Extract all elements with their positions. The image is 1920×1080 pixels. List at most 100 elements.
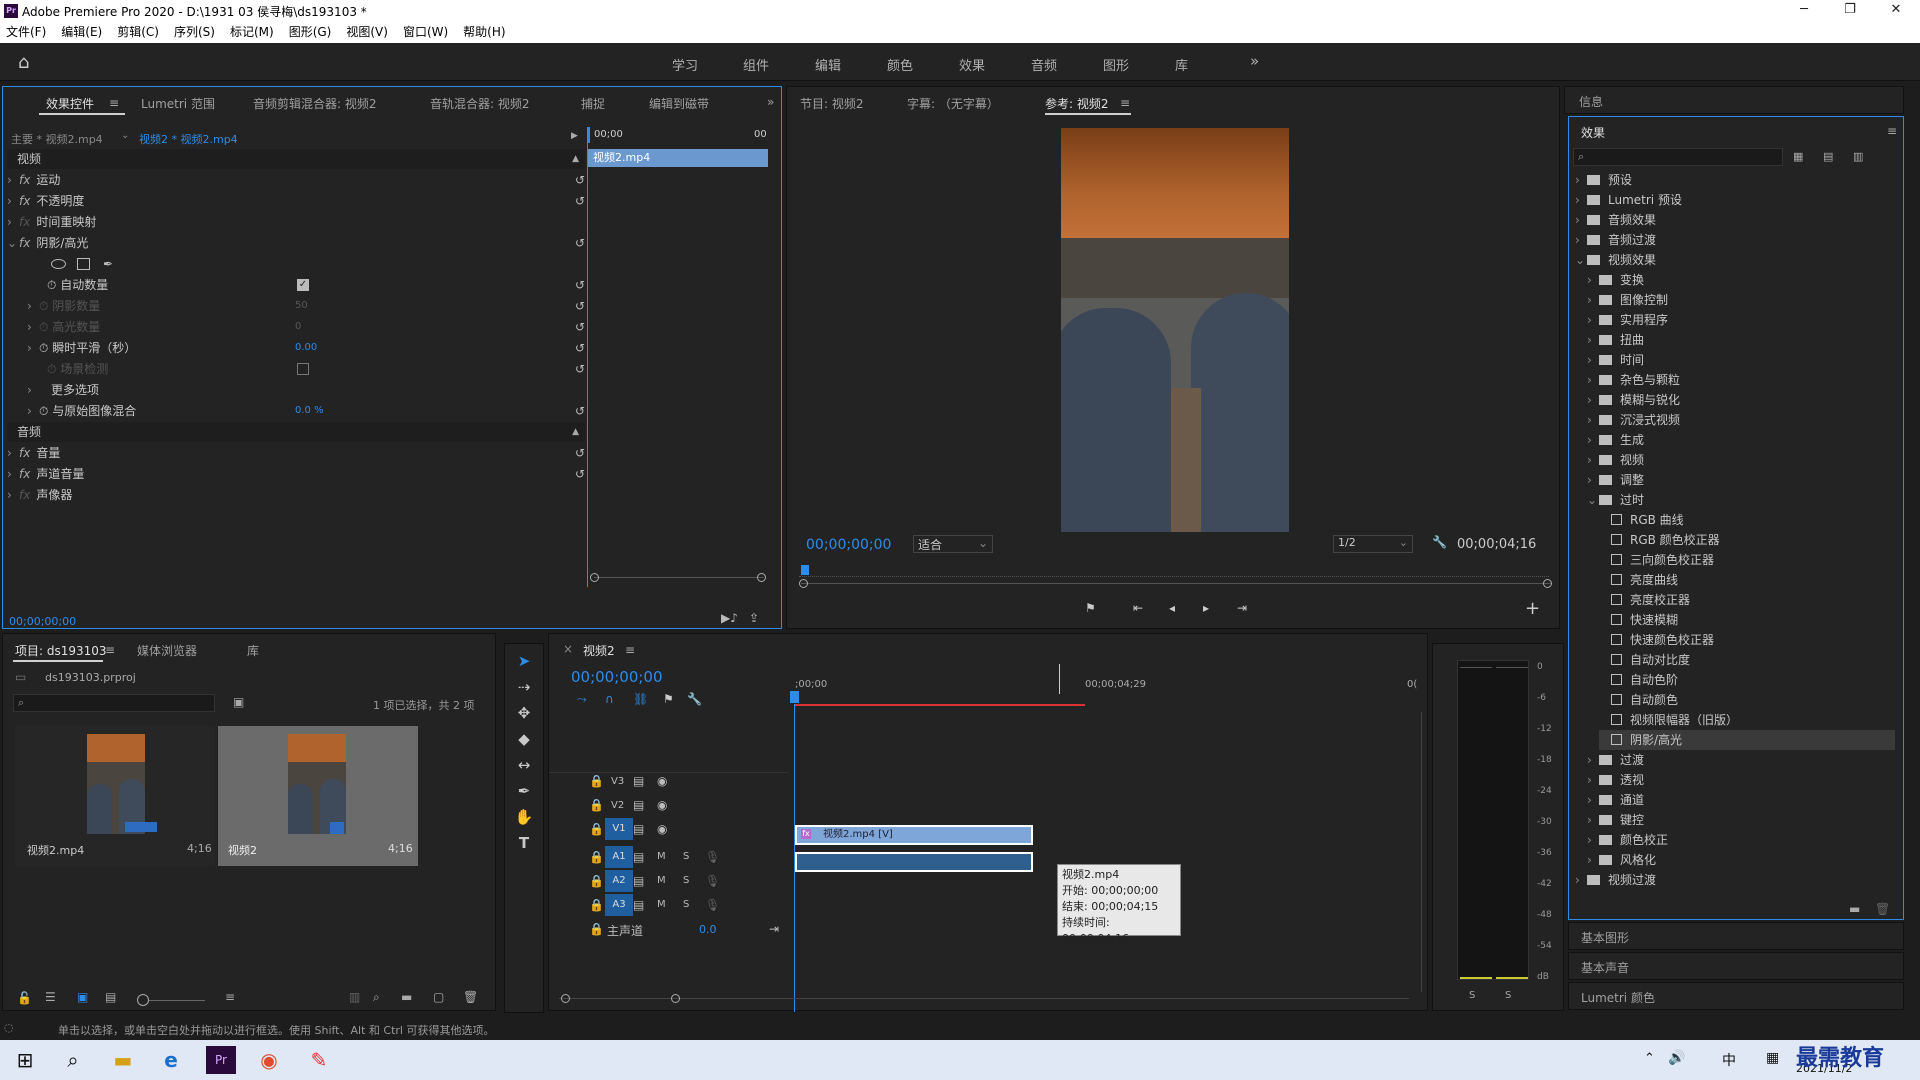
reset-icon[interactable]: ↺ bbox=[575, 464, 585, 484]
home-icon[interactable]: ⌂ bbox=[18, 52, 29, 73]
workspace-editing[interactable]: 编辑 bbox=[815, 55, 841, 74]
automate-icon[interactable]: ▥ bbox=[349, 990, 360, 1004]
chevron-right-icon[interactable]: › bbox=[1575, 210, 1587, 230]
timeline-playhead[interactable] bbox=[790, 691, 799, 703]
chevron-right-icon[interactable]: › bbox=[1575, 870, 1587, 890]
new-bin-icon[interactable]: ▬ bbox=[1849, 902, 1860, 916]
meter-solo-left[interactable]: S bbox=[1469, 990, 1475, 1001]
info-title[interactable]: 信息 bbox=[1579, 93, 1603, 110]
mini-playhead[interactable] bbox=[588, 127, 590, 143]
chevron-right-icon[interactable]: › bbox=[1587, 470, 1599, 490]
panel-menu-icon[interactable]: ≡ bbox=[109, 96, 119, 110]
workspace-audio[interactable]: 音频 bbox=[1031, 55, 1057, 74]
chevron-right-icon[interactable]: › bbox=[1587, 330, 1599, 350]
mini-zoom-bar[interactable] bbox=[594, 577, 764, 578]
effects-tree-item[interactable]: › Lumetri 预设 bbox=[1575, 190, 1895, 210]
effects-tree-item[interactable]: › 过渡 bbox=[1587, 750, 1895, 770]
stopwatch-icon[interactable]: ⏱ bbox=[47, 278, 56, 292]
fx-icon[interactable]: fx bbox=[19, 194, 30, 208]
effects-tree-item[interactable]: 视频限幅器（旧版） bbox=[1599, 710, 1895, 730]
effects-tree-item[interactable]: 快速模糊 bbox=[1599, 610, 1895, 630]
reset-icon[interactable]: ↺ bbox=[575, 296, 585, 316]
effects-tree-item[interactable]: › 变换 bbox=[1587, 270, 1895, 290]
effects-tree-item[interactable]: ⌄ 视频效果 bbox=[1575, 250, 1895, 270]
chevron-right-icon[interactable]: › bbox=[7, 191, 19, 211]
effect-row-channel-volume[interactable]: › fx 声道音量 ↺ bbox=[7, 464, 585, 484]
effect-row-opacity[interactable]: › fx 不透明度 ↺ bbox=[7, 191, 585, 211]
chevron-right-icon[interactable]: › bbox=[1587, 270, 1599, 290]
minimize-button[interactable]: ─ bbox=[1784, 2, 1824, 17]
chevron-right-icon[interactable]: › bbox=[1575, 190, 1587, 210]
fx-icon[interactable]: fx bbox=[19, 467, 30, 481]
chevron-right-icon[interactable]: › bbox=[1587, 790, 1599, 810]
effects-tree-item[interactable]: › 视频过渡 bbox=[1575, 870, 1895, 890]
scene-detect-checkbox[interactable] bbox=[297, 363, 309, 375]
type-tool-icon[interactable]: T bbox=[513, 832, 535, 854]
menu-file[interactable]: 文件(F) bbox=[6, 22, 46, 43]
ellipse-mask-icon[interactable] bbox=[51, 259, 66, 269]
step-forward-icon[interactable]: ▸ bbox=[1203, 601, 1209, 615]
tab-media-browser[interactable]: 媒体浏览器 bbox=[137, 642, 197, 659]
wrench-icon[interactable]: 🔧 bbox=[1432, 535, 1447, 549]
video-clip[interactable]: 视频2.mp4 [V] bbox=[795, 825, 1033, 845]
h-scroll-handle-left[interactable] bbox=[561, 994, 570, 1003]
track-label-v3[interactable]: V3 bbox=[611, 776, 624, 787]
effects-tree-item[interactable]: › 实用程序 bbox=[1587, 310, 1895, 330]
effects-search-input[interactable]: ⌕ bbox=[1573, 148, 1783, 166]
resolution-dropdown[interactable]: 1/2 ⌄ bbox=[1333, 535, 1413, 553]
mini-zoom-handle-right[interactable] bbox=[757, 573, 766, 582]
clear-icon[interactable]: 🗑 bbox=[463, 990, 478, 1004]
menu-sequence[interactable]: 序列(S) bbox=[174, 22, 215, 43]
lock-icon[interactable]: 🔒 bbox=[589, 774, 604, 788]
reset-icon[interactable]: ↺ bbox=[575, 191, 585, 211]
stopwatch-icon[interactable]: ⏱ bbox=[39, 404, 48, 418]
solo-button[interactable]: S bbox=[683, 851, 689, 862]
find-icon[interactable]: ⌕ bbox=[373, 990, 380, 1005]
project-item-clip[interactable]: 视频2.mp4 4;16 bbox=[15, 726, 215, 866]
windows-start-icon[interactable]: ⊞ bbox=[10, 1046, 40, 1074]
add-marker-icon[interactable]: ⚑ bbox=[1085, 601, 1096, 615]
panel-menu-icon[interactable]: ≡ bbox=[1120, 96, 1130, 110]
effect-row-volume[interactable]: › fx 音量 ↺ bbox=[7, 443, 585, 463]
effects-title[interactable]: 效果 bbox=[1581, 124, 1605, 141]
effects-tree-item[interactable]: 阴影/高光 bbox=[1599, 730, 1895, 750]
menu-help[interactable]: 帮助(H) bbox=[463, 22, 505, 43]
param-row-highlight-amount[interactable]: › ⏱ 高光数量 0 ↺ bbox=[7, 317, 585, 337]
tab-audio-clip-mixer[interactable]: 音频剪辑混合器: 视频2 bbox=[253, 95, 377, 112]
workspace-more-button[interactable]: » bbox=[1250, 52, 1259, 70]
effects-tree-item[interactable]: 亮度校正器 bbox=[1599, 590, 1895, 610]
monitor-zoom-bar[interactable] bbox=[801, 583, 1551, 584]
h-scroll-handle-right[interactable] bbox=[671, 994, 680, 1003]
premiere-taskbar-icon[interactable]: Pr bbox=[206, 1046, 236, 1074]
effects-tree-item[interactable]: RGB 颜色校正器 bbox=[1599, 530, 1895, 550]
freeform-view-icon[interactable]: ▤ bbox=[105, 990, 116, 1004]
close-window-button[interactable]: ✕ bbox=[1876, 2, 1916, 17]
param-row-temporal-smoothing[interactable]: › ⏱ 瞬时平滑（秒） 0.00 ↺ bbox=[7, 338, 585, 358]
timeline-timecode[interactable]: 00;00;00;00 bbox=[571, 668, 663, 686]
master-clip-label[interactable]: 主要 * 视频2.mp4 bbox=[11, 131, 103, 147]
chevron-right-icon[interactable]: › bbox=[1587, 810, 1599, 830]
razor-tool-icon[interactable]: ◆ bbox=[513, 728, 535, 750]
new-bin-icon[interactable]: ▬ bbox=[401, 990, 412, 1004]
chevron-right-icon[interactable]: › bbox=[1587, 850, 1599, 870]
timeline-v-scrollbar[interactable] bbox=[1421, 712, 1422, 992]
effects-tree-item[interactable]: › 沉浸式视频 bbox=[1587, 410, 1895, 430]
eye-icon[interactable]: ◉ bbox=[657, 774, 667, 788]
go-to-out-icon[interactable]: ⇥ bbox=[1237, 601, 1247, 615]
zoom-slider[interactable] bbox=[149, 1000, 205, 1001]
tab-lumetri-scopes[interactable]: Lumetri 范围 bbox=[141, 95, 215, 112]
eye-icon[interactable]: ◉ bbox=[657, 798, 667, 812]
chrome-icon[interactable]: ◉ bbox=[254, 1046, 284, 1074]
effects-tree-item[interactable]: › 风格化 bbox=[1587, 850, 1895, 870]
edge-browser-icon[interactable]: e bbox=[156, 1046, 186, 1074]
chevron-right-icon[interactable]: › bbox=[1587, 310, 1599, 330]
workspace-assembly[interactable]: 组件 bbox=[743, 55, 769, 74]
effects-tree-item[interactable]: › 透视 bbox=[1587, 770, 1895, 790]
effects-tree-item[interactable]: › 音频过渡 bbox=[1575, 230, 1895, 250]
chevron-right-icon[interactable]: › bbox=[27, 338, 39, 358]
panel-menu-icon[interactable]: ≡ bbox=[625, 643, 635, 657]
chevron-right-icon[interactable]: › bbox=[7, 464, 19, 484]
ripple-edit-tool-icon[interactable]: ✥ bbox=[513, 702, 535, 724]
sort-icon[interactable]: ≡ bbox=[225, 990, 235, 1004]
wrench-icon[interactable]: 🔧 bbox=[687, 692, 702, 706]
